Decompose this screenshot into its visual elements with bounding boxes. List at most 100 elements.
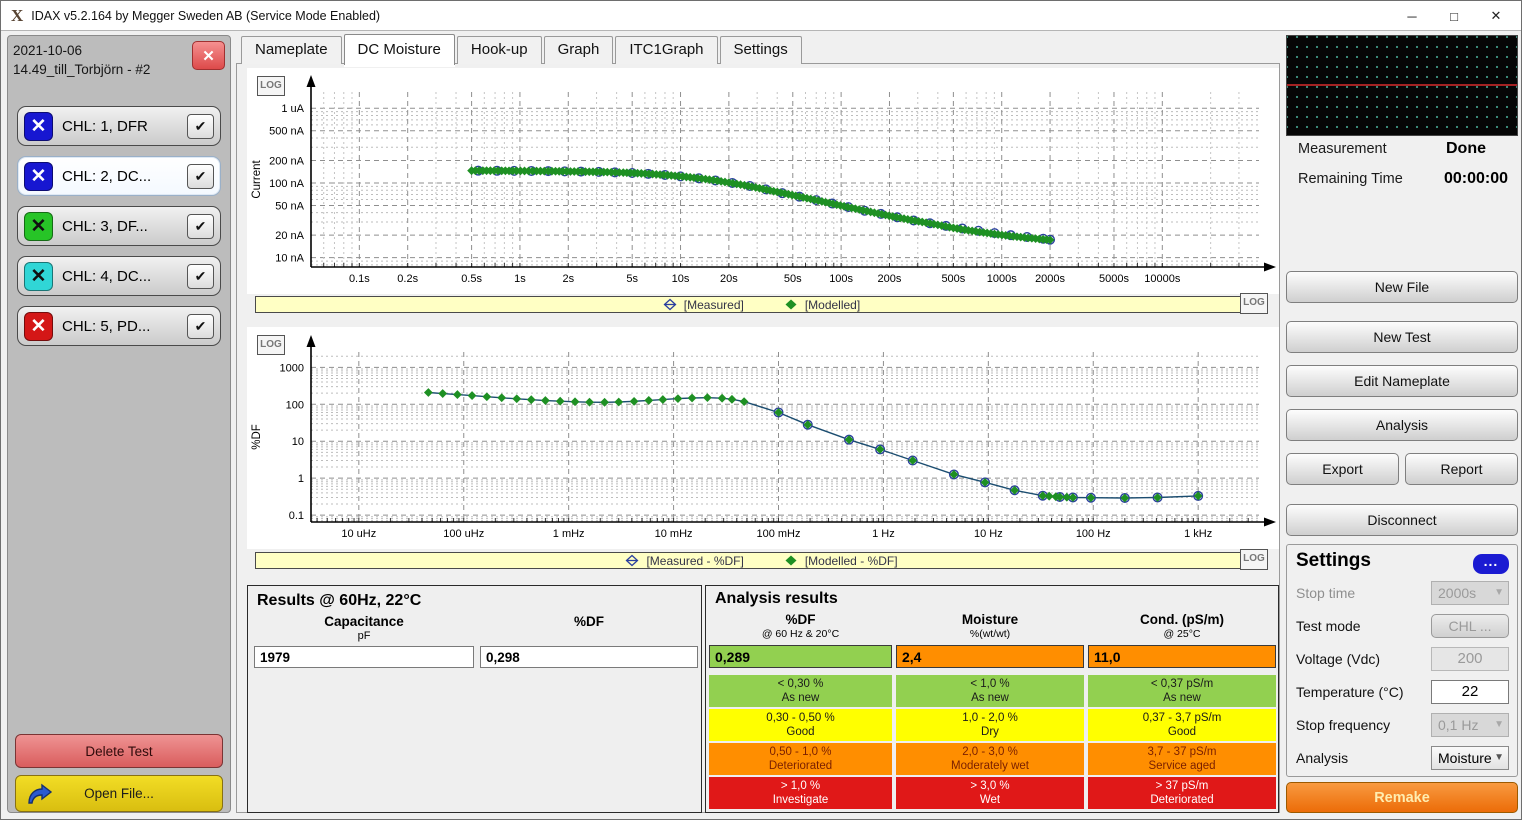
channel-label: CHL: 1, DFR <box>53 118 187 135</box>
svg-text:0.2s: 0.2s <box>397 273 418 285</box>
svg-text:5000s: 5000s <box>1099 273 1129 285</box>
legend-label: [Modelled] <box>805 298 860 312</box>
remake-button[interactable]: Remake <box>1286 782 1518 813</box>
channel-x-icon: ✕ <box>24 162 53 191</box>
channel-label: CHL: 2, DC... <box>53 168 187 185</box>
svg-text:100: 100 <box>286 399 304 411</box>
svg-text:Current: Current <box>251 160 263 199</box>
channel-item-1[interactable]: ✕CHL: 1, DFR✔ <box>17 106 221 146</box>
settings-fields: Stop time2000s▼Test modeCHL ...Voltage (… <box>1287 576 1517 774</box>
channel-x-icon: ✕ <box>24 312 53 341</box>
df-value: 0,298 <box>480 646 698 668</box>
tab-itc1graph[interactable]: ITC1Graph <box>615 36 717 64</box>
channel-item-4[interactable]: ✕CHL: 4, DC...✔ <box>17 256 221 296</box>
stop-time-select: 2000s▼ <box>1431 581 1509 605</box>
tab-settings[interactable]: Settings <box>720 36 802 64</box>
open-file-label: Open File... <box>84 786 154 801</box>
voltage-input: 200 <box>1431 647 1509 671</box>
svg-text:500s: 500s <box>941 273 965 285</box>
legend-label: [Measured - %DF] <box>646 554 743 568</box>
log-scale-button[interactable]: LOG <box>257 335 285 355</box>
capacitance-unit: pF <box>254 630 474 642</box>
analysis-row: AnalysisMoisture▼ <box>1287 741 1517 774</box>
channel-checkbox[interactable]: ✔ <box>187 264 214 289</box>
scope-display <box>1286 35 1518 136</box>
svg-text:100 nA: 100 nA <box>269 178 305 190</box>
report-button[interactable]: Report <box>1405 453 1518 485</box>
analysis-col-subheader: @ 25°C <box>1088 628 1276 640</box>
stop-time-row: Stop time2000s▼ <box>1287 576 1517 609</box>
svg-text:0.1: 0.1 <box>289 510 304 522</box>
svg-text:200s: 200s <box>878 273 902 285</box>
svg-text:10 uHz: 10 uHz <box>341 528 376 540</box>
analysis-button[interactable]: Analysis <box>1286 409 1518 441</box>
temperature-input[interactable]: 22 <box>1431 680 1509 704</box>
analysis-grade-cell: < 0,37 pS/mAs new <box>1088 675 1276 707</box>
open-file-button[interactable]: Open File... <box>15 775 223 812</box>
stop-frequency-row: Stop frequency0,1 Hz▼ <box>1287 708 1517 741</box>
tab-bar: NameplateDC MoistureHook-upGraphITC1Grap… <box>241 36 804 64</box>
analysis-value: 0,289 <box>709 645 892 668</box>
channel-checkbox[interactable]: ✔ <box>187 314 214 339</box>
measured-marker-icon <box>663 298 677 311</box>
log-scale-button[interactable]: LOG <box>1240 293 1268 314</box>
channel-checkbox[interactable]: ✔ <box>187 114 214 139</box>
channel-checkbox[interactable]: ✔ <box>187 164 214 189</box>
analysis-grade-cell: > 37 pS/mDeteriorated <box>1088 777 1276 809</box>
channel-item-2[interactable]: ✕CHL: 2, DC...✔ <box>17 156 221 196</box>
test-mode-row: Test modeCHL ... <box>1287 609 1517 642</box>
svg-text:10 nA: 10 nA <box>275 253 304 265</box>
remaining-time-row: Remaining Time 00:00:00 <box>1288 170 1516 188</box>
capacitance-value: 1979 <box>254 646 474 668</box>
modelled-marker-icon <box>784 554 798 567</box>
tab-graph[interactable]: Graph <box>544 36 614 64</box>
measured-marker-icon <box>625 554 639 567</box>
svg-text:1 kHz: 1 kHz <box>1184 528 1212 540</box>
edit-nameplate-button[interactable]: Edit Nameplate <box>1286 365 1518 397</box>
channel-x-icon: ✕ <box>24 262 53 291</box>
analysis-col-header: Cond. (pS/m) <box>1088 612 1276 627</box>
svg-text:50s: 50s <box>784 273 802 285</box>
open-file-icon <box>26 783 54 807</box>
df-chart-legend: [Measured - %DF][Modelled - %DF] <box>255 552 1268 569</box>
svg-text:1000: 1000 <box>280 362 304 374</box>
legend-item: [Measured] <box>663 298 744 312</box>
channel-checkbox[interactable]: ✔ <box>187 214 214 239</box>
dc-moisture-page: 0.1s0.2s0.5s1s2s5s10s20s50s100s200s500s1… <box>236 63 1280 813</box>
tab-dc-moisture[interactable]: DC Moisture <box>344 34 455 65</box>
export-button[interactable]: Export <box>1286 453 1399 485</box>
minimize-button-icon[interactable]: ─ <box>1391 1 1433 31</box>
tab-hook-up[interactable]: Hook-up <box>457 36 542 64</box>
svg-text:10: 10 <box>292 436 304 448</box>
svg-text:1 uA: 1 uA <box>281 103 304 115</box>
svg-text:50 nA: 50 nA <box>275 200 304 212</box>
svg-text:100s: 100s <box>829 273 853 285</box>
delete-test-button[interactable]: Delete Test <box>15 734 223 768</box>
close-test-button[interactable]: ✕ <box>192 41 225 70</box>
analysis-grade-cell: 0,50 - 1,0 %Deteriorated <box>709 743 892 775</box>
df-chart[interactable]: 10 uHz100 uHz1 mHz10 mHz100 mHz1 Hz10 Hz… <box>247 327 1279 549</box>
svg-text:5s: 5s <box>626 273 638 285</box>
analysis-grade-cell: 0,37 - 3,7 pS/mGood <box>1088 709 1276 741</box>
maximize-button-icon[interactable]: □ <box>1433 1 1475 31</box>
remaining-time-value: 00:00:00 <box>1444 170 1508 188</box>
log-scale-button[interactable]: LOG <box>257 76 285 96</box>
settings-more-button[interactable]: ... <box>1473 554 1509 574</box>
new-test-button[interactable]: New Test <box>1286 321 1518 353</box>
analysis-grade-cell: < 0,30 %As new <box>709 675 892 707</box>
analysis-select[interactable]: Moisture▼ <box>1431 746 1509 770</box>
disconnect-button[interactable]: Disconnect <box>1286 504 1518 536</box>
tab-nameplate[interactable]: Nameplate <box>241 36 342 64</box>
analysis-grade-cell: 0,30 - 0,50 %Good <box>709 709 892 741</box>
chevron-down-icon: ▼ <box>1494 587 1508 598</box>
channel-item-3[interactable]: ✕CHL: 3, DF...✔ <box>17 206 221 246</box>
new-file-button[interactable]: New File <box>1286 271 1518 303</box>
current-chart[interactable]: 0.1s0.2s0.5s1s2s5s10s20s50s100s200s500s1… <box>247 68 1279 294</box>
temperature-label: Temperature (°C) <box>1296 684 1431 700</box>
log-scale-button[interactable]: LOG <box>1240 549 1268 570</box>
analysis-value: 2,4 <box>896 645 1084 668</box>
channel-item-5[interactable]: ✕CHL: 5, PD...✔ <box>17 306 221 346</box>
scope-trace <box>1287 84 1517 86</box>
close-button-icon[interactable]: ✕ <box>1475 1 1517 31</box>
measurement-label: Measurement <box>1298 141 1387 157</box>
